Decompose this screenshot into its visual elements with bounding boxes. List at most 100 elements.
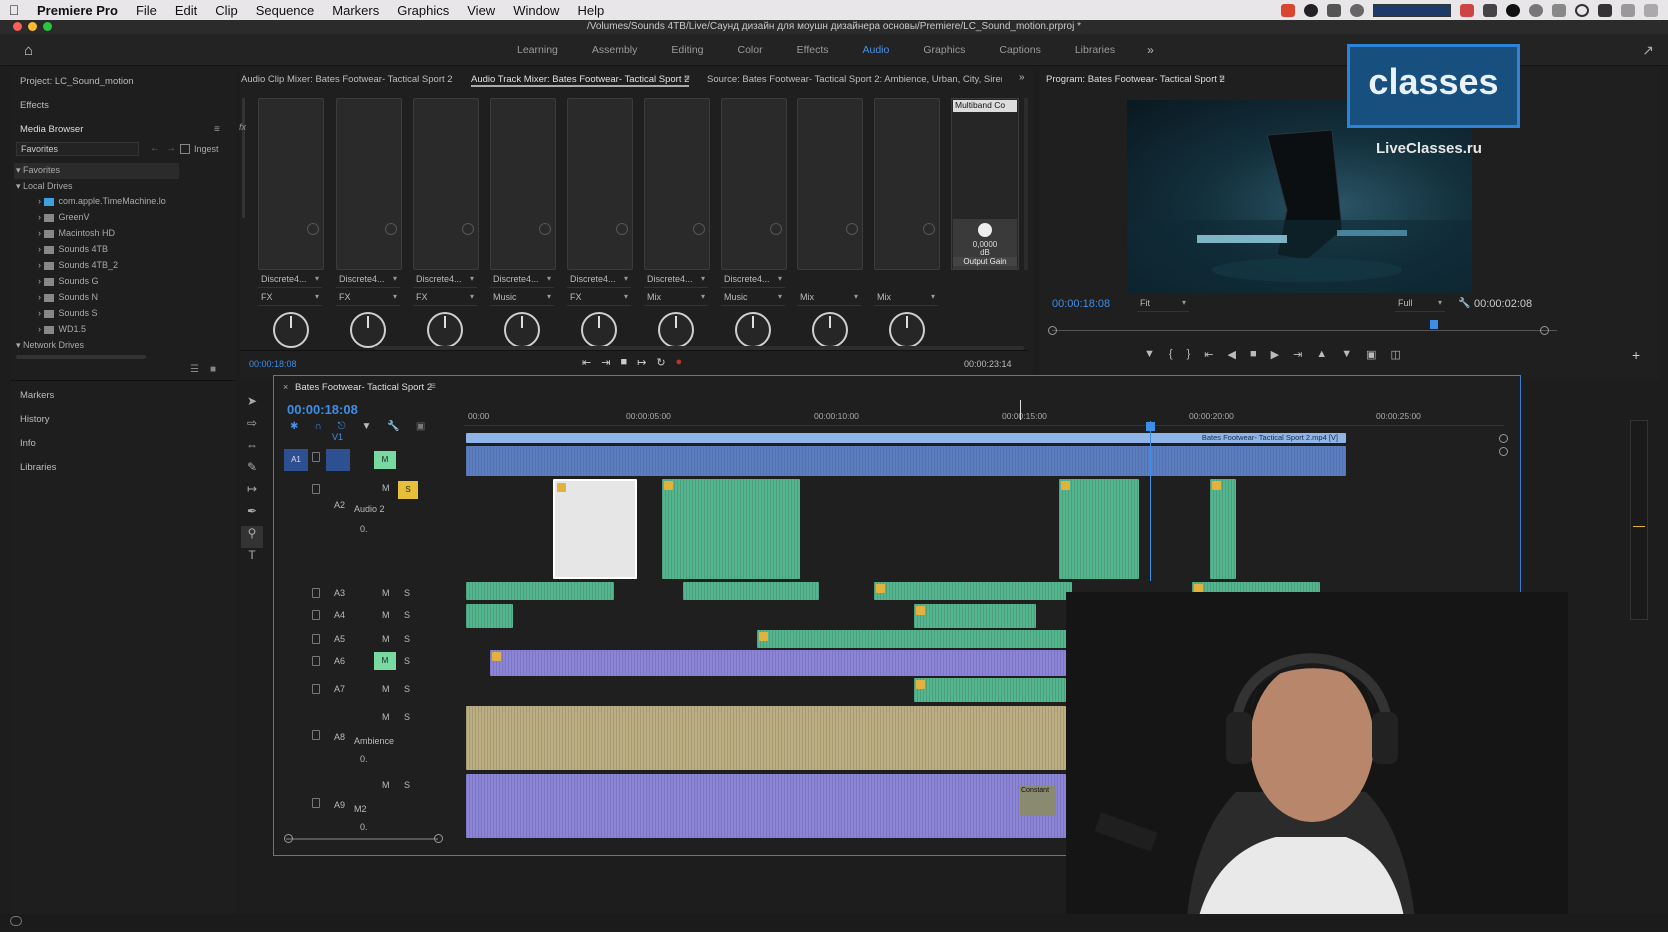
drive-item[interactable]: › WD1.5 [38, 324, 86, 334]
status-clock-icon[interactable] [1304, 3, 1318, 17]
pan-knob[interactable] [581, 312, 617, 348]
thumbnail-view-icon[interactable]: ■ [210, 364, 216, 375]
solo-button[interactable]: S [404, 712, 410, 722]
track-select-tool-icon[interactable]: ⇨ [241, 416, 263, 438]
solo-button[interactable]: S [404, 780, 410, 790]
fx-rack-handle[interactable] [242, 98, 245, 218]
pan-knob[interactable] [812, 312, 848, 348]
ws-tab-editing[interactable]: Editing [654, 44, 720, 56]
input-source-icon[interactable] [1598, 3, 1612, 17]
wrench-icon[interactable]: 🔧 [1458, 298, 1470, 309]
bluetooth-icon[interactable] [1552, 3, 1566, 17]
tab-audio-clip-mixer[interactable]: Audio Clip Mixer: Bates Footwear- Tactic… [241, 74, 453, 85]
audio-clip[interactable] [662, 479, 800, 579]
output-gain-knob[interactable] [978, 223, 992, 237]
ws-tab-color[interactable]: Color [721, 44, 780, 56]
channel-strip[interactable] [413, 98, 479, 270]
pan-knob[interactable] [273, 312, 309, 348]
time-machine-icon[interactable] [1529, 3, 1543, 17]
playhead-marker[interactable] [1430, 320, 1438, 329]
menu-markers[interactable]: Markers [323, 3, 388, 18]
preset-dropdown[interactable]: Discrete4... [644, 274, 708, 288]
info-panel-tab[interactable]: Info [20, 438, 36, 449]
channel-strip[interactable] [258, 98, 324, 270]
program-scrub-bar[interactable] [1052, 330, 1557, 331]
panel-menu-icon[interactable]: ≡ [684, 73, 690, 84]
tree-network-drives[interactable]: ▾ Network Drives [16, 340, 84, 351]
mute-button[interactable]: M [382, 780, 390, 790]
ws-more-button[interactable]: » [1132, 43, 1169, 57]
menu-sequence[interactable]: Sequence [247, 3, 324, 18]
volume-icon[interactable] [1621, 3, 1635, 17]
status-cloud-icon[interactable] [1327, 3, 1341, 17]
program-monitor-title[interactable]: Program: Bates Footwear- Tactical Sport … [1046, 74, 1225, 85]
program-timecode[interactable]: 00:00:18:08 [1052, 298, 1110, 310]
channel-strip[interactable] [336, 98, 402, 270]
share-icon[interactable]: ↗ [1642, 42, 1654, 59]
solo-button[interactable]: S [404, 610, 410, 620]
track-type-dropdown[interactable]: Music [721, 292, 785, 306]
mute-button[interactable]: M [382, 588, 390, 598]
tree-favorites[interactable]: ▾ Favorites [16, 165, 60, 176]
notification-center-icon[interactable] [1644, 3, 1658, 17]
track-type-dropdown[interactable]: FX [567, 292, 631, 306]
audio-clip[interactable] [466, 582, 614, 600]
drive-item[interactable]: › Macintosh HD [38, 228, 115, 238]
mute-button[interactable]: M [374, 652, 396, 670]
lock-icon[interactable] [312, 798, 320, 808]
track-header-a8[interactable]: A8 Ambience M S 0. [274, 706, 464, 772]
track-header-a2[interactable]: A2 Audio 2 M S 0. [274, 478, 464, 580]
track-header-v1[interactable]: V1 [274, 431, 464, 443]
channel-strip[interactable] [567, 98, 633, 270]
drive-item[interactable]: › Sounds 4TB [38, 244, 108, 254]
mixer-scrollbar[interactable] [374, 346, 1024, 350]
video-clip[interactable]: Bates Footwear- Tactical Sport 2.mp4 [V] [466, 433, 1346, 443]
pan-knob[interactable] [889, 312, 925, 348]
lock-icon[interactable] [312, 484, 320, 494]
vertical-zoom-handle[interactable] [1499, 434, 1508, 443]
add-marker-icon[interactable]: ▼ [1144, 348, 1155, 361]
lock-icon[interactable] [312, 588, 320, 598]
selection-tool-icon[interactable]: ➤ [241, 394, 263, 416]
favorites-select[interactable]: Favorites [16, 142, 139, 156]
back-arrow-icon[interactable]: ← [150, 143, 160, 154]
drive-item[interactable]: › Sounds N [38, 292, 98, 302]
zoom-fit-dropdown[interactable]: Fit [1137, 298, 1189, 312]
track-type-dropdown[interactable]: FX [258, 292, 322, 306]
export-frame-icon[interactable]: ▣ [1366, 348, 1376, 361]
tree-local-drives[interactable]: ▾ Local Drives [16, 181, 73, 192]
panel-overflow-icon[interactable]: » [1019, 72, 1025, 83]
ws-tab-assembly[interactable]: Assembly [575, 44, 655, 56]
track-type-dropdown[interactable]: Music [490, 292, 554, 306]
audio-clip[interactable] [1210, 479, 1236, 579]
preset-dropdown[interactable]: Discrete4... [258, 274, 322, 288]
lock-icon[interactable] [312, 452, 320, 462]
program-video-frame[interactable] [1127, 100, 1472, 293]
ws-tab-captions[interactable]: Captions [982, 44, 1057, 56]
mute-button[interactable]: M [382, 684, 390, 694]
channel-strip[interactable] [874, 98, 940, 270]
channel-strip[interactable] [721, 98, 787, 270]
pan-knob[interactable] [350, 312, 386, 348]
tab-audio-track-mixer[interactable]: Audio Track Mixer: Bates Footwear- Tacti… [471, 74, 690, 87]
lift-icon[interactable]: ▲ [1316, 348, 1327, 361]
ws-tab-audio[interactable]: Audio [846, 44, 907, 56]
menu-view[interactable]: View [458, 3, 504, 18]
ws-tab-graphics[interactable]: Graphics [906, 44, 982, 56]
track-header-a5[interactable]: A5 M S [274, 628, 464, 652]
track-type-dropdown[interactable]: Mix [797, 292, 861, 306]
solo-button[interactable]: S [404, 634, 410, 644]
pan-knob[interactable] [658, 312, 694, 348]
play-icon[interactable]: ▶ [1271, 348, 1279, 361]
audio-clip[interactable] [490, 650, 1066, 676]
track-target-a1[interactable] [326, 449, 350, 471]
pan-knob[interactable] [427, 312, 463, 348]
status-grid-icon[interactable] [1483, 3, 1497, 17]
sequence-tab[interactable]: Bates Footwear- Tactical Sport 2 [295, 382, 432, 393]
audio-clip-ambience[interactable] [466, 706, 1066, 770]
button-editor-add-icon[interactable]: + [1632, 347, 1640, 363]
panel-menu-icon[interactable]: ≡ [214, 124, 220, 135]
mark-out-icon[interactable]: } [1187, 348, 1191, 361]
channel-strip[interactable] [490, 98, 556, 270]
timeline-playhead[interactable] [1150, 421, 1151, 581]
